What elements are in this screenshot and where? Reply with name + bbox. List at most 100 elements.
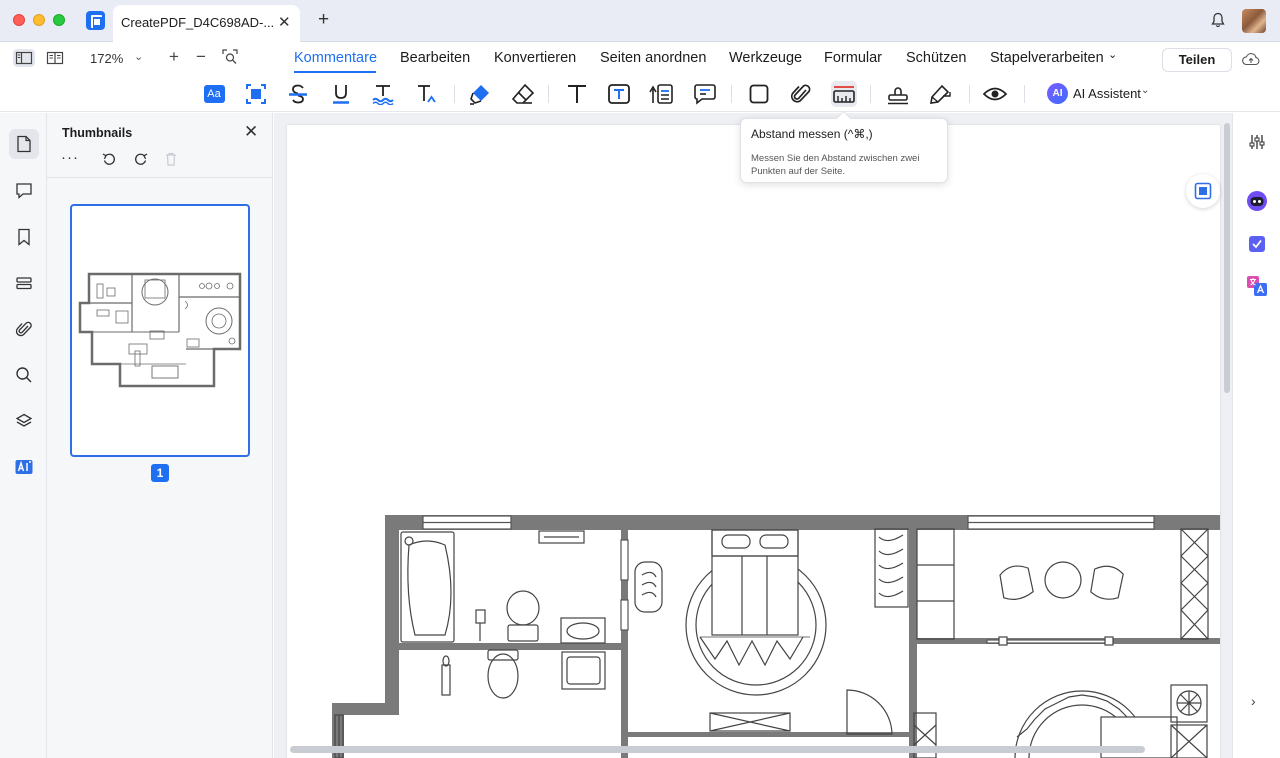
panel-divider [47, 177, 273, 178]
underline-tool[interactable] [328, 81, 354, 107]
signature-tool[interactable] [927, 81, 953, 107]
floating-page-tool-button[interactable] [1186, 174, 1220, 208]
two-page-icon [46, 51, 64, 65]
ai-dropdown-icon[interactable]: ⌄ [1141, 85, 1149, 96]
text-box-icon [608, 84, 630, 104]
attachments-panel-button[interactable] [9, 314, 39, 344]
horizontal-scrollbar[interactable] [290, 746, 1145, 753]
pdf-page[interactable] [287, 125, 1220, 758]
eraser-tool[interactable] [510, 81, 536, 107]
menu-schuetzen[interactable]: Schützen [906, 50, 966, 66]
text-style-icon: Aa [203, 85, 225, 103]
app-logo-icon [86, 11, 105, 30]
chevron-right-icon[interactable]: › [1251, 693, 1256, 709]
more-dropdown-icon[interactable]: ⌄ [1108, 48, 1117, 61]
layers-panel-button[interactable] [9, 406, 39, 436]
text-callout-tool[interactable] [648, 81, 674, 107]
cloud-upload-icon[interactable] [1242, 52, 1260, 66]
zoom-in-button[interactable]: + [169, 47, 179, 67]
vertical-scrollbar[interactable] [1224, 123, 1230, 393]
close-window-button[interactable] [13, 14, 25, 26]
comments-panel-button[interactable] [9, 176, 39, 206]
translate-icon [1247, 276, 1267, 296]
translate-button[interactable] [1245, 274, 1269, 298]
zoom-window-button[interactable] [53, 14, 65, 26]
more-options-icon[interactable]: ··· [61, 149, 79, 166]
toolbar-separator [969, 85, 970, 103]
menu-seiten-anordnen[interactable]: Seiten anordnen [600, 50, 706, 66]
form-fields-icon [16, 277, 32, 290]
page-icon [17, 135, 31, 153]
toolbar-separator [454, 85, 455, 103]
tooltip-title: Abstand messen (^⌘,) [751, 127, 873, 141]
thumbnails-title: Thumbnails [62, 126, 133, 140]
text-box-tool[interactable] [606, 81, 632, 107]
document-viewport[interactable] [274, 113, 1232, 758]
area-select-icon [246, 84, 266, 104]
fit-zoom-icon[interactable] [222, 49, 238, 65]
ai-chat-button[interactable] [1245, 189, 1269, 213]
insert-text-tool[interactable] [413, 81, 439, 107]
ai-robot-icon [1247, 191, 1267, 211]
note-tool[interactable] [692, 81, 718, 107]
thumbnails-panel: Thumbnails ✕ ··· 1 [47, 113, 273, 758]
strikethrough-tool[interactable] [285, 81, 311, 107]
squiggly-tool[interactable] [370, 81, 396, 107]
underline-icon [333, 85, 349, 104]
tab-close-icon[interactable]: ✕ [278, 13, 291, 31]
user-avatar[interactable] [1242, 9, 1266, 33]
zoom-out-button[interactable]: − [196, 47, 206, 67]
menu-formular[interactable]: Formular [824, 50, 882, 66]
document-tab[interactable]: CreatePDF_D4C698AD-... ✕ [113, 5, 300, 42]
zoom-dropdown-icon[interactable]: ⌄ [134, 50, 143, 63]
page-thumbnail[interactable] [70, 204, 250, 457]
eye-icon [982, 87, 1008, 101]
comment-note-icon [694, 84, 716, 105]
floor-plan-thumbnail [78, 272, 242, 388]
highlighter-tool[interactable] [467, 81, 493, 107]
area-highlight-tool[interactable] [243, 81, 269, 107]
rotate-left-icon[interactable] [101, 151, 117, 167]
share-button[interactable]: Teilen [1162, 48, 1232, 72]
show-annotations-tool[interactable] [982, 81, 1008, 107]
page-layout-button[interactable] [44, 49, 66, 67]
menu-kommentare[interactable]: Kommentare [294, 50, 377, 66]
ai-assistant-button[interactable]: AI Assistent [1073, 86, 1141, 101]
stamp-tool[interactable] [885, 81, 911, 107]
menu-konvertieren[interactable]: Konvertieren [494, 50, 576, 66]
rectangle-tool[interactable] [746, 81, 772, 107]
right-tool-rail: › [1232, 113, 1280, 758]
thumbnails-panel-button[interactable] [9, 129, 39, 159]
ruler-measure-icon [833, 86, 855, 103]
search-icon [16, 367, 32, 383]
fields-panel-button[interactable] [9, 268, 39, 298]
rotate-right-icon[interactable] [133, 151, 149, 167]
minimize-window-button[interactable] [33, 14, 45, 26]
zoom-level[interactable]: 172% [90, 51, 123, 66]
measure-distance-tool[interactable] [831, 81, 857, 107]
bell-icon[interactable] [1211, 12, 1225, 28]
close-icon[interactable]: ✕ [244, 122, 258, 142]
delete-page-icon[interactable] [163, 151, 179, 167]
menu-werkzeuge[interactable]: Werkzeuge [729, 50, 802, 66]
text-style-tool[interactable]: Aa [201, 81, 227, 107]
measure-tooltip: Abstand messen (^⌘,) Messen Sie den Abst… [740, 118, 948, 183]
bookmark-icon [18, 228, 30, 246]
ai-assistant-icon[interactable]: AI [1047, 83, 1068, 104]
properties-panel-button[interactable] [1245, 130, 1269, 154]
bookmarks-panel-button[interactable] [9, 222, 39, 252]
attachment-tool[interactable] [788, 81, 814, 107]
ai-panel-button[interactable] [9, 452, 39, 482]
title-bar: CreatePDF_D4C698AD-... ✕ + [0, 0, 1280, 42]
toolbar-separator [731, 85, 732, 103]
rectangle-icon [749, 84, 769, 104]
new-tab-button[interactable]: + [318, 9, 329, 31]
text-tool[interactable] [564, 81, 590, 107]
task-check-button[interactable] [1245, 232, 1269, 256]
text-icon [568, 85, 586, 103]
toolbar-separator [1024, 85, 1025, 103]
menu-stapelverarbeiten[interactable]: Stapelverarbeiten [990, 50, 1104, 66]
sidebar-toggle-button[interactable] [13, 49, 35, 67]
search-panel-button[interactable] [9, 360, 39, 390]
menu-bearbeiten[interactable]: Bearbeiten [400, 50, 470, 66]
